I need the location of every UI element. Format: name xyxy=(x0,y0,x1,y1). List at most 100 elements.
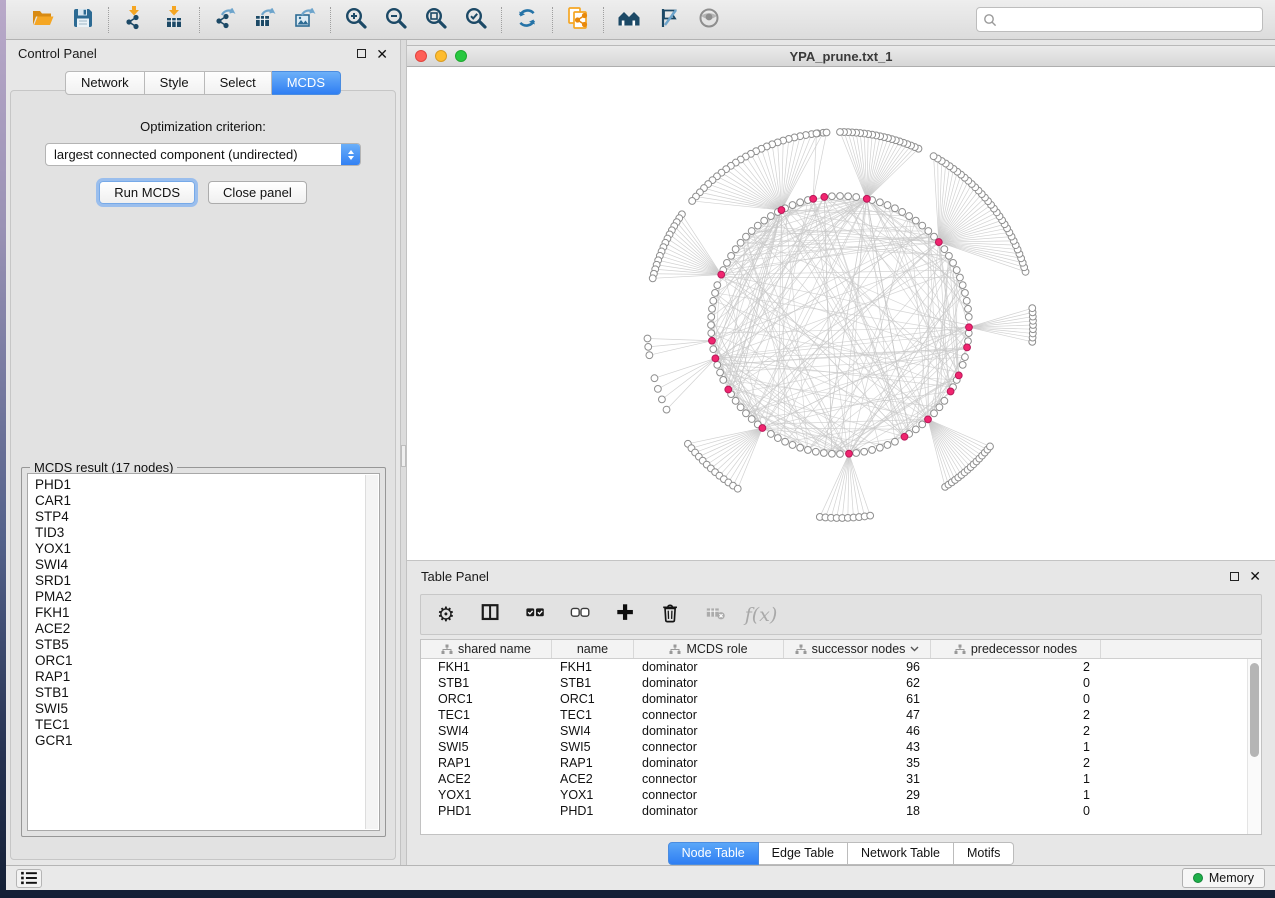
add-column-button[interactable] xyxy=(614,603,638,627)
close-panel-icon[interactable]: ✕ xyxy=(376,49,388,59)
criterion-value: largest connected component (undirected) xyxy=(46,147,341,162)
export-table-button[interactable] xyxy=(252,7,278,33)
select-all-columns-button[interactable] xyxy=(524,603,548,627)
save-session-button[interactable] xyxy=(70,7,96,33)
mcds-result-node[interactable]: STB5 xyxy=(28,637,379,653)
table-row[interactable]: SWI5SWI5connector431 xyxy=(421,739,1247,755)
export-network-button[interactable] xyxy=(212,7,238,33)
column-header-name[interactable]: name xyxy=(552,640,634,658)
new-network-from-selection-button[interactable] xyxy=(565,7,591,33)
column-header-MCDS-role[interactable]: MCDS role xyxy=(634,640,784,658)
close-table-panel-icon[interactable]: ✕ xyxy=(1249,571,1261,581)
table-row[interactable]: FKH1FKH1dominator962 xyxy=(421,659,1247,675)
result-list-scrollbar[interactable] xyxy=(365,475,378,829)
close-panel-button[interactable]: Close panel xyxy=(208,181,307,204)
mcds-result-node[interactable]: ORC1 xyxy=(28,653,379,669)
mcds-result-group: MCDS result (17 nodes) PHD1CAR1STP4TID3Y… xyxy=(21,467,386,837)
table-cell-predecessor_nodes: 1 xyxy=(931,740,1101,754)
shared-column-icon xyxy=(795,644,807,655)
task-history-button[interactable] xyxy=(16,869,42,888)
table-cell-name: YOX1 xyxy=(552,788,634,802)
export-image-button[interactable] xyxy=(292,7,318,33)
node-table[interactable]: shared namenameMCDS rolesuccessor nodesp… xyxy=(420,639,1262,835)
criterion-select[interactable]: largest connected component (undirected) xyxy=(45,143,361,166)
memory-button[interactable]: Memory xyxy=(1182,868,1265,888)
hide-graphics-details-button[interactable] xyxy=(656,7,682,33)
tab-motifs[interactable]: Motifs xyxy=(954,842,1014,865)
shared-column-icon xyxy=(441,644,453,655)
table-row[interactable]: STB1STB1dominator620 xyxy=(421,675,1247,691)
mcds-result-node[interactable]: SRD1 xyxy=(28,573,379,589)
table-row[interactable]: RAP1RAP1dominator352 xyxy=(421,755,1247,771)
first-neighbors-button[interactable] xyxy=(616,7,642,33)
unselect-all-columns-button[interactable] xyxy=(569,603,593,627)
column-header-successor-nodes[interactable]: successor nodes xyxy=(784,640,931,658)
import-table-button[interactable] xyxy=(161,7,187,33)
tab-mcds[interactable]: MCDS xyxy=(272,71,341,95)
mcds-result-node[interactable]: STB1 xyxy=(28,685,379,701)
search-input[interactable] xyxy=(997,10,1256,30)
mcds-result-node[interactable]: FKH1 xyxy=(28,605,379,621)
table-row[interactable]: ORC1ORC1dominator610 xyxy=(421,691,1247,707)
network-window-titlebar[interactable]: YPA_prune.txt_1 xyxy=(407,46,1275,67)
table-row[interactable]: PHD1PHD1dominator180 xyxy=(421,803,1247,819)
mcds-result-node[interactable]: CAR1 xyxy=(28,493,379,509)
mcds-result-node[interactable]: PMA2 xyxy=(28,589,379,605)
settings-gear-icon: ⚙ xyxy=(437,602,455,627)
table-cell-name: FKH1 xyxy=(552,660,634,674)
zoom-selected-button[interactable] xyxy=(463,7,489,33)
mcds-result-node[interactable]: RAP1 xyxy=(28,669,379,685)
tab-style[interactable]: Style xyxy=(145,71,205,95)
mcds-result-node[interactable]: PHD1 xyxy=(28,477,379,493)
tab-network[interactable]: Network xyxy=(65,71,145,95)
zoom-in-button[interactable] xyxy=(343,7,369,33)
tab-network-table[interactable]: Network Table xyxy=(848,842,954,865)
shared-column-icon xyxy=(669,644,681,655)
import-network-icon xyxy=(122,6,146,33)
mcds-result-node[interactable]: TID3 xyxy=(28,525,379,541)
float-panel-icon[interactable] xyxy=(357,49,366,58)
search-box[interactable] xyxy=(976,7,1263,32)
column-header-predecessor-nodes[interactable]: predecessor nodes xyxy=(931,640,1101,658)
show-column-button[interactable] xyxy=(479,603,503,627)
show-graphics-details-button[interactable] xyxy=(696,7,722,33)
import-network-button[interactable] xyxy=(121,7,147,33)
settings-gear-button[interactable]: ⚙ xyxy=(434,603,458,627)
table-row[interactable]: TEC1TEC1connector472 xyxy=(421,707,1247,723)
mcds-result-node[interactable]: ACE2 xyxy=(28,621,379,637)
table-row[interactable]: SWI4SWI4dominator462 xyxy=(421,723,1247,739)
refresh-button[interactable] xyxy=(514,7,540,33)
function-builder-button: f(x) xyxy=(749,603,773,627)
table-row[interactable]: ACE2ACE2connector311 xyxy=(421,771,1247,787)
table-cell-successor_nodes: 61 xyxy=(784,692,931,706)
table-scrollbar[interactable] xyxy=(1247,659,1261,834)
mcds-result-node[interactable]: SWI5 xyxy=(28,701,379,717)
control-panel: Control Panel ✕ NetworkStyleSelectMCDS O… xyxy=(6,40,400,865)
table-cell-successor_nodes: 47 xyxy=(784,708,931,722)
float-table-panel-icon[interactable] xyxy=(1230,572,1239,581)
panel-splitter[interactable] xyxy=(400,40,407,865)
table-cell-mcds_role: connector xyxy=(634,708,784,722)
mcds-result-node[interactable]: TEC1 xyxy=(28,717,379,733)
mcds-result-node[interactable]: STP4 xyxy=(28,509,379,525)
network-canvas[interactable] xyxy=(407,67,1275,560)
table-row[interactable]: YOX1YOX1connector291 xyxy=(421,787,1247,803)
right-pane: YPA_prune.txt_1 Table Panel ✕ xyxy=(407,40,1275,865)
zoom-out-button[interactable] xyxy=(383,7,409,33)
run-mcds-button[interactable]: Run MCDS xyxy=(99,181,195,204)
mcds-result-node[interactable]: SWI4 xyxy=(28,557,379,573)
table-cell-predecessor_nodes: 2 xyxy=(931,724,1101,738)
memory-label: Memory xyxy=(1209,871,1254,885)
tab-node-table[interactable]: Node Table xyxy=(668,842,759,865)
table-cell-predecessor_nodes: 0 xyxy=(931,676,1101,690)
open-file-button[interactable] xyxy=(30,7,56,33)
mcds-result-list[interactable]: PHD1CAR1STP4TID3YOX1SWI4SRD1PMA2FKH1ACE2… xyxy=(27,473,380,831)
tab-select[interactable]: Select xyxy=(205,71,272,95)
zoom-fit-icon xyxy=(424,6,448,33)
zoom-fit-button[interactable] xyxy=(423,7,449,33)
mcds-result-node[interactable]: GCR1 xyxy=(28,733,379,749)
mcds-result-node[interactable]: YOX1 xyxy=(28,541,379,557)
column-header-shared-name[interactable]: shared name xyxy=(421,640,552,658)
tab-edge-table[interactable]: Edge Table xyxy=(759,842,848,865)
delete-column-button[interactable] xyxy=(659,603,683,627)
